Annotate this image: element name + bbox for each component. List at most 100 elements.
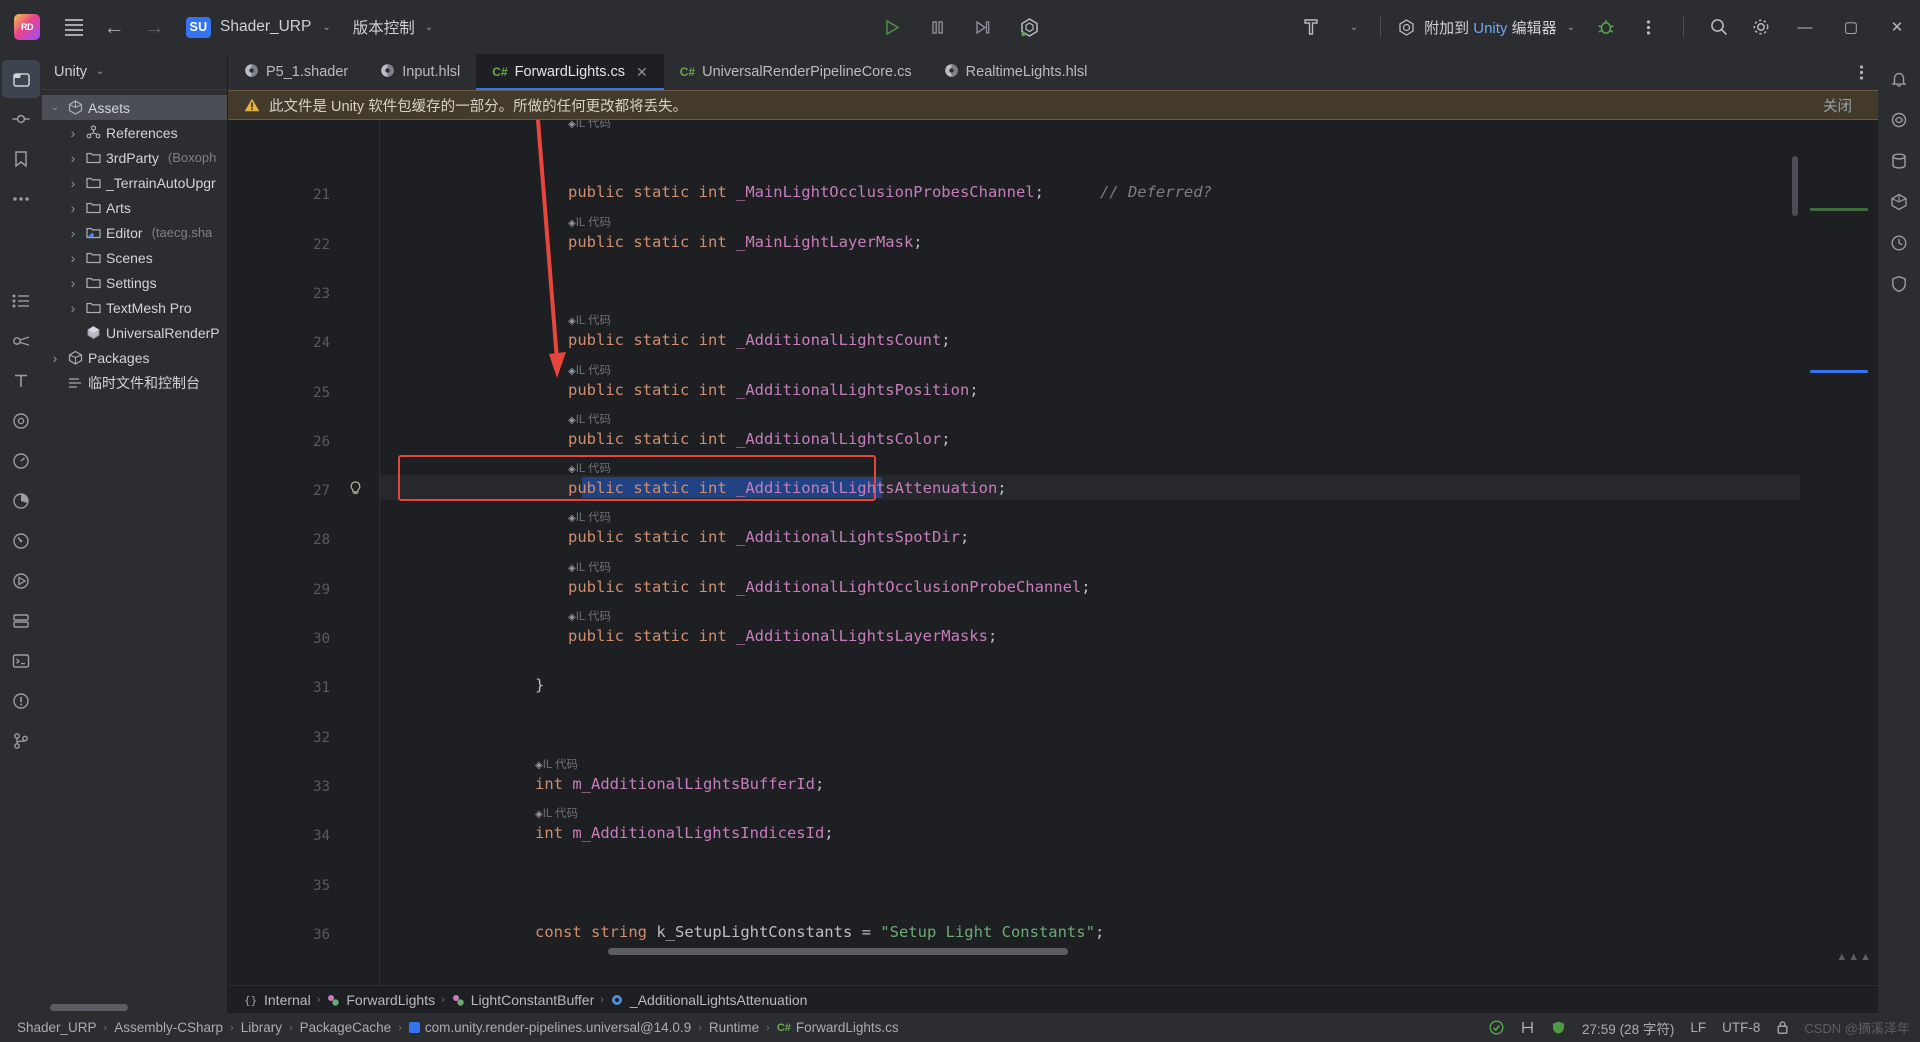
history-clock-icon[interactable]	[1880, 224, 1918, 262]
vertical-scrollbar[interactable]	[1792, 156, 1798, 216]
chevron-right-icon[interactable]: ›	[66, 300, 80, 316]
tree-node-settings[interactable]: › Settings	[42, 270, 227, 295]
tree-node-universalrenderp[interactable]: UniversalRenderP	[42, 320, 227, 345]
code-vision-hint[interactable]: ◈IL 代码	[568, 559, 611, 575]
services-tool-icon[interactable]	[2, 602, 40, 640]
breadcrumb-item-internal[interactable]: {} Internal	[244, 992, 311, 1008]
caret-position[interactable]: 27:59 (28 字符)	[1575, 1018, 1681, 1038]
code-line[interactable]: const string k_SetupLightConstants = "Se…	[535, 923, 1104, 941]
intention-bulb-icon[interactable]	[349, 481, 362, 499]
tree-node-assets[interactable]: ⌄ Assets	[42, 95, 227, 120]
status-path-6[interactable]: C# ForwardLights.cs	[770, 1020, 906, 1035]
bookmarks-tool-icon[interactable]	[2, 140, 40, 178]
chevron-right-icon[interactable]: ›	[66, 200, 80, 216]
chevron-right-icon[interactable]: ›	[66, 275, 80, 291]
code-vision-hint[interactable]: ◈IL 代码	[568, 362, 611, 378]
banner-close-action[interactable]: 关闭	[1823, 95, 1862, 116]
run-tool-icon[interactable]	[2, 562, 40, 600]
line-separator[interactable]: LF	[1683, 1020, 1713, 1035]
breadcrumb-item-forwardlights[interactable]: ForwardLights	[326, 992, 435, 1008]
tree-node-editor[interactable]: › Editor (taecg.sha	[42, 220, 227, 245]
shield-green-icon[interactable]	[1544, 1020, 1573, 1035]
code-line[interactable]: public static int _AdditionalLightsAtten…	[568, 479, 1007, 497]
code-vision-hint[interactable]: ◈IL 代码	[568, 312, 611, 328]
code-line[interactable]: int m_AdditionalLightsBufferId;	[535, 775, 824, 793]
code-vision-hint[interactable]: ◈IL 代码	[568, 214, 611, 230]
marker-stripe[interactable]	[1810, 370, 1868, 373]
branch-tool-icon[interactable]	[2, 722, 40, 760]
status-path-4[interactable]: com.unity.render-pipelines.universal@14.…	[402, 1020, 698, 1035]
todo-tool-icon[interactable]	[2, 282, 40, 320]
forward-arrow-icon[interactable]: →	[134, 0, 174, 54]
code-line[interactable]: int m_AdditionalLightsIndicesId;	[535, 824, 834, 842]
unity-cube-icon[interactable]	[1880, 183, 1918, 221]
tree-node-textmesh-pro[interactable]: › TextMesh Pro	[42, 295, 227, 320]
run-play-icon[interactable]	[870, 6, 912, 48]
tree-node-arts[interactable]: › Arts	[42, 195, 227, 220]
code-editor[interactable]: 21 22 23 24 25 26 27 28 29 30 31 32 33 34 35 36 ◈IL 代码 p…	[228, 120, 1878, 985]
tree-node-packages[interactable]: › Packages	[42, 345, 227, 370]
database-icon[interactable]	[1880, 142, 1918, 180]
code-line[interactable]: public static int _MainLightLayerMask;	[568, 233, 923, 251]
status-path-2[interactable]: Library	[234, 1020, 289, 1035]
debug-bug-icon[interactable]	[1585, 6, 1627, 48]
step-over-icon[interactable]	[962, 6, 1004, 48]
editor-right-strip[interactable]: ▲▲▲	[1800, 120, 1878, 985]
performance-tool-icon[interactable]	[2, 522, 40, 560]
problems-tool-icon[interactable]	[2, 682, 40, 720]
status-path-3[interactable]: PackageCache	[293, 1020, 399, 1035]
tree-node-references[interactable]: › References	[42, 120, 227, 145]
chevron-right-icon[interactable]: ›	[66, 175, 80, 191]
editor-tab-input-hlsl[interactable]: Input.hlsl	[364, 54, 476, 90]
unity-refresh-icon[interactable]	[1008, 6, 1050, 48]
ai-assistant-icon[interactable]	[1880, 101, 1918, 139]
chevron-right-icon[interactable]: ›	[66, 150, 80, 166]
project-selector[interactable]: SU Shader_URP ⌄	[174, 0, 341, 54]
build-options-chevron-icon[interactable]: ⌄	[1332, 6, 1374, 48]
tree-node-scenes[interactable]: › Scenes	[42, 245, 227, 270]
code-line[interactable]: public static int _AdditionalLightsCount…	[568, 331, 951, 349]
code-line[interactable]: public static int _AdditionalLightsPosit…	[568, 381, 979, 399]
tree-node-terrainautoupgr[interactable]: › _TerrainAutoUpgr	[42, 170, 227, 195]
breadcrumb-item-lightconstantbuffer[interactable]: LightConstantBuffer	[451, 992, 594, 1008]
status-path-0[interactable]: Shader_URP	[10, 1020, 104, 1035]
code-line[interactable]: public static int _AdditionalLightsSpotD…	[568, 528, 969, 546]
maximize-button[interactable]: ▢	[1828, 0, 1874, 54]
inspection-ok-icon[interactable]	[1482, 1020, 1511, 1035]
analysis-icon[interactable]	[1513, 1020, 1542, 1035]
code-vision-hint[interactable]: ◈IL 代码	[568, 120, 611, 131]
unity-tool-icon[interactable]	[2, 322, 40, 360]
project-tool-icon[interactable]	[2, 60, 40, 98]
inspection-shield-icon[interactable]	[1880, 265, 1918, 303]
close-icon[interactable]: ✕	[636, 64, 648, 81]
terminal-tool-icon[interactable]	[2, 642, 40, 680]
more-vertical-icon[interactable]	[1845, 54, 1878, 90]
chevron-down-icon[interactable]: ⌄	[48, 102, 62, 113]
code-line[interactable]: public static int _MainLightOcclusionPro…	[568, 183, 1212, 201]
structure-tool-icon[interactable]	[2, 402, 40, 440]
file-encoding[interactable]: UTF-8	[1715, 1020, 1767, 1035]
code-vision-hint[interactable]: ◈IL 代码	[535, 756, 578, 772]
code-vision-hint[interactable]: ◈IL 代码	[568, 509, 611, 525]
code-content[interactable]: ◈IL 代码 public static int _MainLightOcclus…	[380, 120, 1800, 985]
chevron-right-icon[interactable]: ›	[48, 350, 62, 366]
build-hammer-icon[interactable]	[1290, 6, 1332, 48]
commit-tool-icon[interactable]	[2, 100, 40, 138]
profiler-tool-icon[interactable]	[2, 442, 40, 480]
breadcrumb-item-additionallightsattenuation[interactable]: _AdditionalLightsAttenuation	[610, 992, 807, 1008]
coverage-tool-icon[interactable]	[2, 482, 40, 520]
code-line[interactable]: public static int _AdditionalLightOcclus…	[568, 578, 1091, 596]
horizontal-scrollbar[interactable]	[608, 948, 1068, 955]
status-path-5[interactable]: Runtime	[702, 1020, 766, 1035]
hamburger-menu-icon[interactable]	[54, 0, 94, 54]
chevron-right-icon[interactable]: ›	[66, 225, 80, 241]
lock-icon[interactable]	[1769, 1020, 1796, 1035]
code-vision-hint[interactable]: ◈IL 代码	[568, 411, 611, 427]
vcs-widget[interactable]: 版本控制 ⌄	[341, 0, 445, 54]
editor-tab-forwardlights-cs[interactable]: C# ForwardLights.cs ✕	[476, 54, 665, 90]
tree-node-[interactable]: 临时文件和控制台	[42, 370, 227, 395]
editor-gutter[interactable]: 21 22 23 24 25 26 27 28 29 30 31 32 33 34 35 36	[228, 120, 380, 985]
search-icon[interactable]	[1698, 6, 1740, 48]
editor-tab-realtimelights-hlsl[interactable]: RealtimeLights.hlsl	[928, 54, 1104, 90]
marker-stripe[interactable]	[1810, 208, 1868, 211]
